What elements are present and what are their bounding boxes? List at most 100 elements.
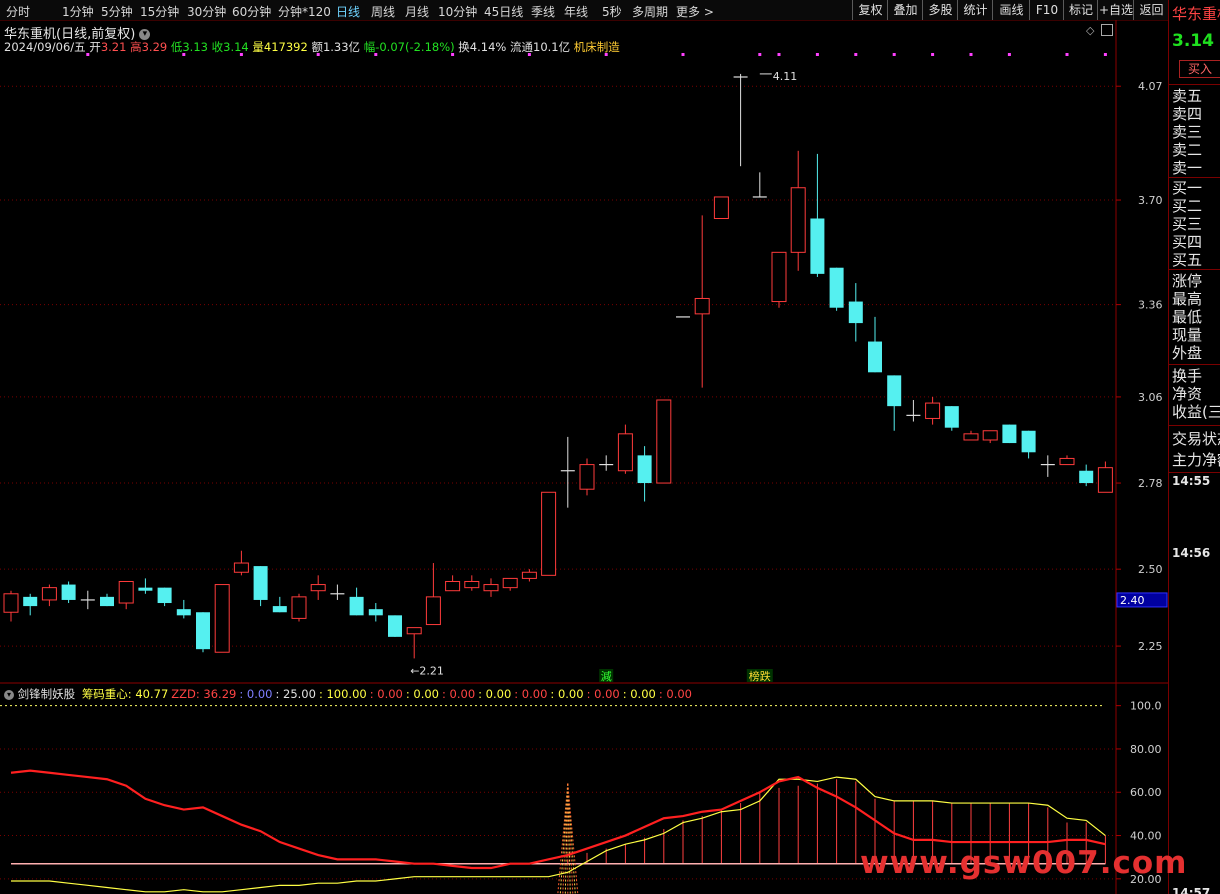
- toolbar-button-2[interactable]: 多股: [922, 0, 958, 20]
- indicator-name[interactable]: 剑锋制妖股: [18, 687, 76, 701]
- panel-divider: [1169, 364, 1220, 365]
- candle-body-6: [118, 580, 134, 604]
- toolbar-button-7[interactable]: +自选: [1097, 0, 1134, 20]
- buy-row-1: 买二: [1172, 197, 1203, 215]
- period-toolbar: 分时 1分钟 5分钟 15分钟 30分钟 60分钟 分钟*120 日线 周线 月线 10分钟 45日线…: [0, 0, 1220, 21]
- candle-body-16: [310, 584, 326, 592]
- marker-dot-17: [1065, 53, 1069, 56]
- candle-body-32: [617, 433, 633, 472]
- marker-dot-11: [815, 53, 819, 56]
- indicator-value-10: : 0.00: [550, 687, 584, 701]
- period-tab-5[interactable]: 60分钟: [232, 3, 271, 20]
- candle-body-2: [41, 587, 57, 601]
- toolbar-button-6[interactable]: 标记: [1063, 0, 1098, 20]
- toolbar-button-1[interactable]: 叠加: [887, 0, 923, 20]
- toolbar-button-3[interactable]: 统计: [957, 0, 993, 20]
- ind-y-tick-label-3: 40.00: [1130, 830, 1162, 843]
- info-change: -0.07(-2.18%): [375, 40, 455, 54]
- chart-svg: 4.07 3.70 3.36 3.06 2.78 2.50 2.25 2.40 4.11 ←2.2…: [0, 20, 1168, 894]
- info-amount: 1.33亿: [322, 40, 361, 54]
- candle-body-14: [272, 606, 287, 613]
- marker-dot-9: [758, 53, 762, 56]
- candle-body-56: [1079, 470, 1094, 484]
- period-tab-12[interactable]: 季线: [531, 3, 555, 20]
- maximize-icon[interactable]: [1101, 24, 1113, 36]
- ind-y-tick-label-0: 100.0: [1130, 700, 1162, 713]
- candle-body-40: [771, 251, 787, 303]
- period-tab-16[interactable]: 更多 >: [676, 3, 714, 20]
- info-turnover: 4.14%: [469, 40, 507, 54]
- period-tab-11[interactable]: 45日线: [484, 3, 523, 20]
- diamond-icon[interactable]: ◇: [1086, 24, 1094, 37]
- status-row-1: 主力净额: [1172, 451, 1220, 469]
- info-change-label: 幅: [363, 40, 376, 54]
- candle-body-55: [1059, 457, 1075, 466]
- buy-button[interactable]: 买入: [1179, 60, 1220, 78]
- ind-y-tick-label-2: 60.00: [1130, 786, 1162, 799]
- info-volume-label: 量: [252, 40, 264, 54]
- toolbar-button-0[interactable]: 复权: [852, 0, 888, 20]
- sell-row-4: 卖一: [1172, 159, 1203, 177]
- indicator-value-11: : 0.00: [586, 687, 620, 701]
- period-tab-13[interactable]: 年线: [564, 3, 588, 20]
- marker-dot-13: [892, 53, 896, 56]
- info-close-label: 收: [211, 40, 224, 54]
- sidepanel-price: 3.14: [1172, 31, 1214, 51]
- info-open-label: 开: [89, 40, 101, 54]
- toolbar-button-8[interactable]: 返回: [1133, 0, 1169, 20]
- period-tab-6[interactable]: 分钟*120: [278, 3, 331, 20]
- buy-row-3: 买四: [1172, 233, 1203, 251]
- candle-body-49: [944, 406, 959, 428]
- indicator-values: 筹码重心: 40.77 ZZD: 36.29: 0.00: 25.00: 100.…: [79, 687, 692, 701]
- info-float-label: 流通: [510, 40, 533, 54]
- sell-row-3: 卖二: [1172, 141, 1203, 159]
- period-tab-14[interactable]: 5秒: [602, 3, 622, 20]
- toolbar-button-5[interactable]: F10: [1029, 0, 1064, 20]
- ind-y-tick-label-1: 80.00: [1130, 743, 1162, 756]
- candle-body-46: [887, 375, 902, 407]
- tick-time-0: 14:55: [1172, 474, 1211, 488]
- period-tab-1[interactable]: 1分钟: [62, 3, 94, 20]
- marker-dot-15: [969, 53, 973, 56]
- candle-body-44: [848, 301, 863, 324]
- sell-row-0: 卖五: [1172, 87, 1203, 105]
- indicator-value-3: : 25.00: [275, 687, 316, 701]
- candle-body-9: [176, 609, 191, 616]
- panel-divider: [1169, 177, 1220, 178]
- chart-area: 4.07 3.70 3.36 3.06 2.78 2.50 2.25 2.40 4.11 ←2.2…: [0, 20, 1168, 894]
- candle-body-0: [3, 593, 19, 613]
- period-tab-15[interactable]: 多周期: [632, 3, 668, 20]
- buy-row-4: 买五: [1172, 251, 1203, 269]
- extra-row-2: 收益(三): [1172, 403, 1220, 421]
- indicator-dropdown-icon[interactable]: ▾: [4, 689, 14, 700]
- period-tab-3[interactable]: 15分钟: [140, 3, 179, 20]
- period-tab-8[interactable]: 周线: [371, 3, 395, 20]
- period-tab-9[interactable]: 月线: [405, 3, 429, 20]
- period-tab-7[interactable]: 日线: [336, 3, 360, 20]
- candle-body-3: [61, 584, 76, 600]
- watermark: www.gsw007.com: [860, 845, 1188, 881]
- candle-body-12: [233, 562, 249, 573]
- toolbar-button-4[interactable]: 画线: [992, 0, 1030, 20]
- info-low-label: 低: [170, 40, 183, 54]
- candle-body-52: [1002, 424, 1017, 444]
- tick-time-2: 14:57: [1172, 886, 1211, 894]
- period-tab-10[interactable]: 10分钟: [438, 3, 477, 20]
- y-tick-label-4: 2.78: [1138, 477, 1163, 490]
- candle-body-34: [656, 399, 672, 484]
- y-tick-label-6: 2.25: [1138, 640, 1163, 653]
- price-info-line: 2024/09/06/五 开3.21 高3.29 低3.13 收3.14 量41…: [4, 39, 620, 55]
- period-tab-0[interactable]: 分时: [6, 3, 30, 20]
- buy-row-2: 买三: [1172, 215, 1203, 233]
- indicator-value-6: : 0.00: [405, 687, 439, 701]
- period-tab-4[interactable]: 30分钟: [187, 3, 226, 20]
- high-annotation-label: 4.11: [773, 70, 798, 83]
- candle-body-18: [349, 596, 364, 616]
- info-open: 3.21: [100, 40, 127, 54]
- extra-row-1: 净资: [1172, 385, 1203, 403]
- period-tab-2[interactable]: 5分钟: [101, 3, 133, 20]
- candle-body-30: [579, 464, 595, 490]
- info-low: 3.13: [182, 40, 208, 54]
- candle-body-5: [100, 596, 114, 607]
- event-tag-3: 榜跌: [749, 669, 771, 683]
